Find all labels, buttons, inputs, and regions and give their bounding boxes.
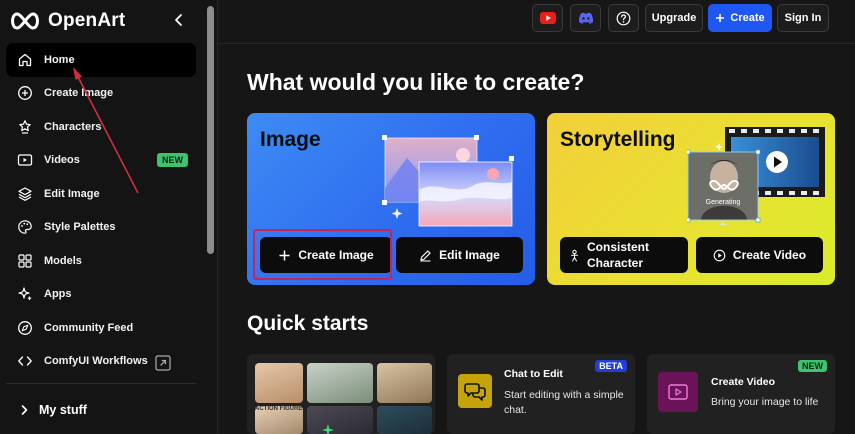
- consistent-character-label: Consistent Character: [587, 240, 650, 270]
- sidebar-item-community-feed[interactable]: Community Feed: [6, 311, 196, 345]
- sidebar-item-home[interactable]: Home: [6, 43, 196, 77]
- help-button[interactable]: [608, 4, 639, 32]
- create-video-button[interactable]: Create Video: [696, 237, 823, 273]
- sidebar-item-label: Style Palettes: [44, 221, 116, 234]
- edit-image-button[interactable]: Edit Image: [396, 237, 523, 273]
- create-button[interactable]: Create: [708, 4, 772, 32]
- characters-icon: [19, 119, 31, 134]
- sidebar-item-label: ComfyUI Workflows: [44, 355, 148, 368]
- thumbnail-text: ACTION FIGURE: [255, 406, 303, 412]
- sidebar-item-label: Apps: [44, 288, 72, 301]
- video-icon: [17, 154, 33, 166]
- youtube-icon: [539, 12, 556, 24]
- logo[interactable]: OpenArt: [8, 9, 125, 33]
- sidebar: OpenArt Home Create Image Characters Vid…: [0, 0, 218, 434]
- create-label: Create: [730, 12, 765, 24]
- create-video-label: Create Video: [732, 248, 807, 262]
- layers-icon: [18, 187, 32, 201]
- top-bar: Upgrade Create Sign In: [218, 0, 855, 44]
- sidebar-item-label: Home: [44, 53, 75, 66]
- sidebar-item-style-palettes[interactable]: Style Palettes: [6, 211, 196, 245]
- plus-icon: [716, 14, 725, 22]
- sign-in-button[interactable]: Sign In: [777, 4, 829, 32]
- grid-icon: [18, 254, 32, 268]
- chevron-left-icon[interactable]: [170, 10, 188, 30]
- upgrade-button[interactable]: Upgrade: [645, 4, 703, 32]
- quick-start-title: Create Video: [711, 376, 775, 388]
- image-card-title: Image: [260, 128, 321, 151]
- plus-circle-icon: [18, 86, 32, 101]
- generating-label: Generating: [705, 199, 741, 206]
- create-image-highlight: [253, 229, 392, 280]
- sidebar-item-characters[interactable]: Characters: [6, 110, 196, 144]
- sidebar-item-models[interactable]: Models: [6, 244, 196, 278]
- beta-badge: BETA: [595, 360, 627, 372]
- storytelling-illustration: [687, 127, 825, 225]
- sidebar-item-label: Community Feed: [44, 321, 134, 334]
- thumbnail-image: [377, 363, 432, 403]
- video-icon: [668, 384, 688, 400]
- consistent-character-button[interactable]: Consistent Character: [560, 237, 688, 273]
- quick-starts-title: Quick starts: [247, 312, 369, 335]
- sidebar-item-label: Edit Image: [44, 187, 100, 200]
- new-badge: NEW: [798, 360, 827, 372]
- thumbnail-image: [307, 406, 373, 434]
- openart-logo-icon: [11, 12, 39, 30]
- external-link-icon: [155, 354, 171, 371]
- sidebar-item-edit-image[interactable]: Edit Image: [6, 177, 196, 211]
- sidebar-divider: [6, 383, 196, 384]
- quick-start-description: Start editing with a simple chat.: [504, 389, 624, 416]
- quick-start-description: Bring your image to life: [711, 396, 819, 408]
- my-stuff-toggle[interactable]: My stuff: [20, 403, 87, 417]
- sidebar-item-comfyui-workflows[interactable]: ComfyUI Workflows: [6, 345, 196, 379]
- quick-start-thumbnail-card[interactable]: ACTION FIGURE: [247, 354, 435, 434]
- play-circle-icon: [713, 249, 726, 261]
- sidebar-nav: Home Create Image Characters Videos NEW …: [6, 43, 196, 378]
- sparkle-icon: [18, 287, 32, 301]
- palette-icon: [18, 220, 32, 235]
- thumbnail-image: [307, 363, 373, 403]
- storytelling-card[interactable]: Storytelling Generating Consistent Chara…: [547, 113, 835, 285]
- my-stuff-label: My stuff: [39, 403, 87, 417]
- character-icon: [571, 249, 578, 261]
- sidebar-item-label: Create Image: [44, 87, 114, 100]
- image-illustration: [382, 135, 514, 227]
- sidebar-item-apps[interactable]: Apps: [6, 278, 196, 312]
- sidebar-item-create-image[interactable]: Create Image: [6, 77, 196, 111]
- youtube-button[interactable]: [532, 4, 563, 32]
- brand-name: OpenArt: [48, 10, 126, 31]
- new-badge: NEW: [157, 152, 188, 167]
- sidebar-item-label: Characters: [44, 120, 102, 133]
- sidebar-scrollbar[interactable]: [207, 6, 214, 254]
- storytelling-card-title: Storytelling: [560, 128, 676, 151]
- workflow-icon: [18, 356, 32, 366]
- chat-icon-box: [458, 374, 492, 408]
- video-icon-box: [658, 372, 698, 412]
- discord-icon: [578, 12, 593, 24]
- edit-image-label: Edit Image: [439, 248, 500, 262]
- quick-start-create-video[interactable]: Create Video Bring your image to life NE…: [647, 354, 835, 434]
- page-title: What would you like to create?: [247, 69, 585, 95]
- chat-icon: [464, 383, 486, 401]
- sparkle-icon: [322, 424, 334, 434]
- thumbnail-image: [377, 406, 432, 434]
- edit-icon: [420, 249, 431, 262]
- help-icon: [616, 11, 631, 25]
- chevron-right-icon: [21, 405, 28, 415]
- quick-start-title: Chat to Edit: [504, 368, 563, 380]
- compass-icon: [18, 320, 32, 335]
- sidebar-item-label: Videos: [44, 154, 80, 167]
- discord-button[interactable]: [570, 4, 601, 32]
- sidebar-item-videos[interactable]: Videos NEW: [6, 144, 196, 178]
- home-icon: [18, 53, 32, 66]
- quick-start-chat-to-edit[interactable]: Chat to Edit Start editing with a simple…: [447, 354, 635, 434]
- sidebar-item-label: Models: [44, 254, 82, 267]
- thumbnail-image: [255, 363, 303, 403]
